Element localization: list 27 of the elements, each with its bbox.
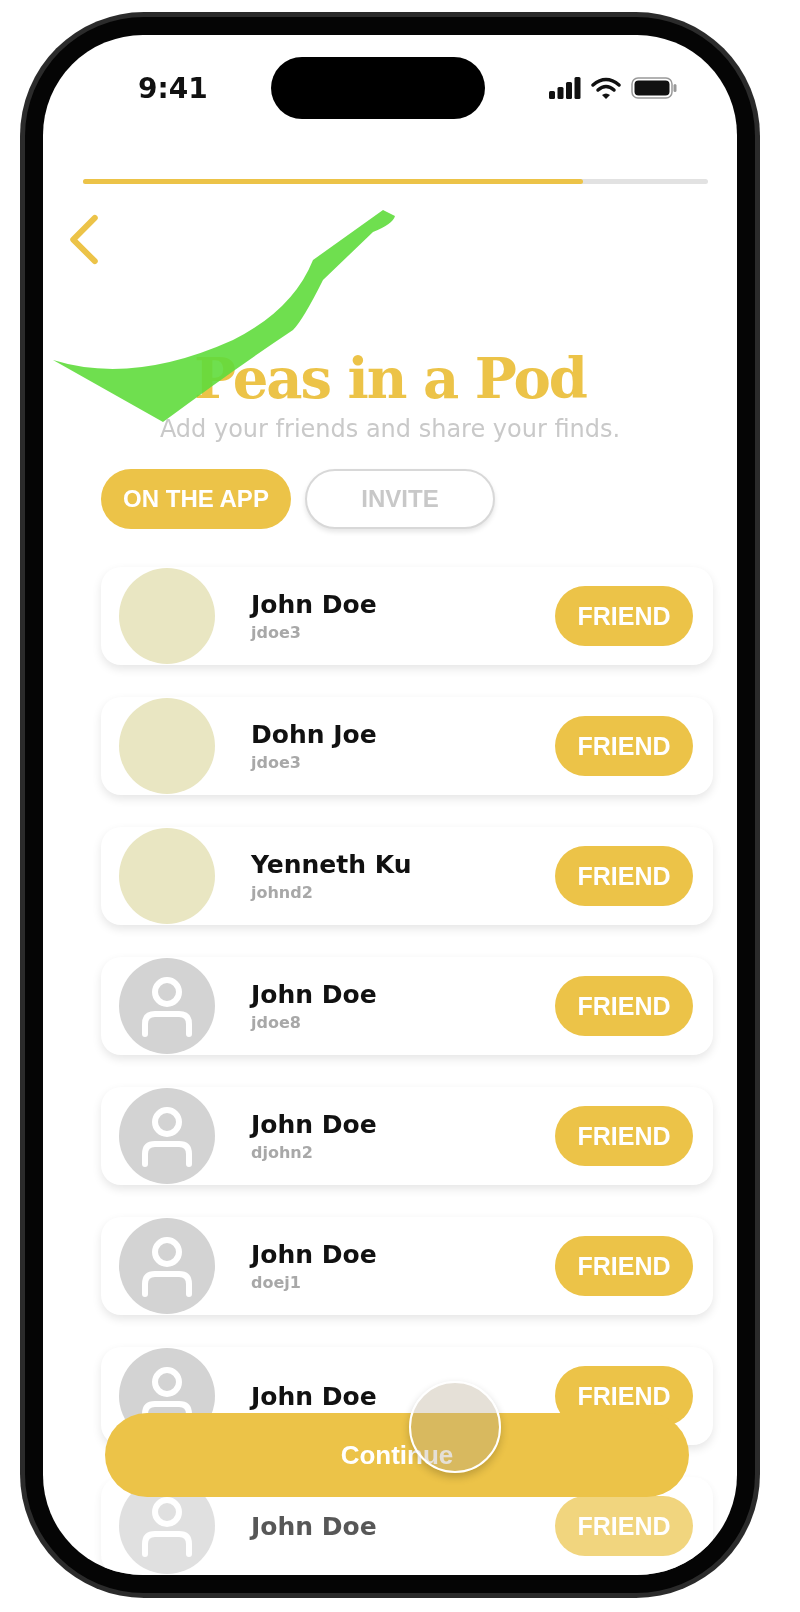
back-chevron-icon[interactable] xyxy=(67,213,101,265)
battery-icon xyxy=(631,77,677,99)
friend-username: jdoe3 xyxy=(251,753,302,772)
friend-username: djohn2 xyxy=(251,1143,314,1162)
friend-username: johnd2 xyxy=(251,883,314,902)
friend-name: John Doe xyxy=(251,980,378,1009)
signal-icon xyxy=(549,77,581,99)
friend-name: John Doe xyxy=(251,1240,378,1269)
friend-name: Yenneth Ku xyxy=(251,850,413,879)
wifi-icon xyxy=(591,77,621,99)
friend-username: jdoe3 xyxy=(251,623,302,642)
friend-button[interactable]: FRIEND xyxy=(555,1236,693,1296)
friend-name: John Doe xyxy=(251,1110,378,1139)
friend-name: John Doe xyxy=(251,1511,378,1541)
friend-button[interactable]: FRIEND xyxy=(555,1496,693,1556)
friend-button[interactable]: FRIEND xyxy=(555,716,693,776)
friend-username: jdoe8 xyxy=(251,1013,302,1032)
friend-button[interactable]: FRIEND xyxy=(555,846,693,906)
friend-name: John Doe xyxy=(251,590,378,619)
tab[interactable]: ON THE APP xyxy=(101,469,291,529)
friend-button[interactable]: FRIEND xyxy=(555,586,693,646)
friend-name: Dohn Joe xyxy=(251,720,378,749)
friend-button[interactable]: FRIEND xyxy=(555,976,693,1036)
friend-username: doej1 xyxy=(251,1273,302,1292)
friend-button[interactable]: FRIEND xyxy=(555,1106,693,1166)
status-time: 9:41 xyxy=(138,71,208,105)
friend-name: John Doe xyxy=(251,1381,378,1411)
